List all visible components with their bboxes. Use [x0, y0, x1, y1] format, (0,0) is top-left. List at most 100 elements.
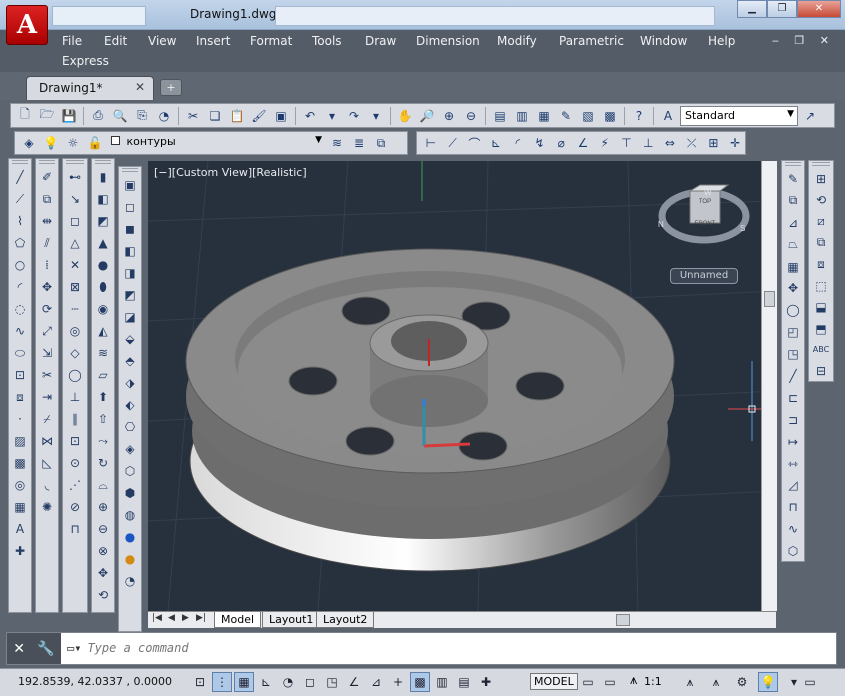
infocenter-search[interactable] [275, 6, 715, 26]
spline-icon[interactable]: ∿ [10, 321, 30, 341]
scroll-thumb[interactable] [764, 291, 775, 307]
camera-icon[interactable]: ⎔ [120, 417, 140, 437]
snap-temp-track-icon[interactable]: ⊷ [65, 167, 85, 187]
calculator-icon[interactable]: ▧ [578, 106, 598, 126]
join-icon[interactable]: ⋈ [37, 431, 57, 451]
edit-hatch-icon[interactable]: ⧉ [783, 191, 803, 211]
wrench-icon[interactable]: 🔧 [37, 641, 54, 657]
zoom-window-icon[interactable]: ⊕ [439, 106, 459, 126]
rotate-icon[interactable]: ⟳ [37, 299, 57, 319]
viewcube-front-label[interactable]: FRONT [695, 221, 716, 227]
stretch-icon[interactable]: ⇲ [37, 343, 57, 363]
horizontal-scrollbar[interactable] [556, 614, 756, 626]
quick-view-drawings-icon[interactable]: ▭ [600, 672, 620, 692]
undo-icon[interactable]: ↶ [300, 106, 320, 126]
hidden-icon[interactable]: ⬢ [120, 483, 140, 503]
object-snap-icon[interactable]: ◻ [300, 672, 320, 692]
bottom-view-icon[interactable]: ◼ [120, 219, 140, 239]
tab-drawing1[interactable]: Drawing1* ✕ [26, 76, 154, 100]
plot-preview-icon[interactable]: 🔍 [110, 106, 130, 126]
tab-layout1[interactable]: Layout1 [262, 612, 321, 628]
annotation-visibility-icon[interactable]: ⩚ [680, 672, 700, 692]
sphere-icon[interactable]: ● [93, 255, 113, 275]
intersect-solid-icon[interactable]: ⧄ [811, 212, 831, 231]
grid-display-icon[interactable]: ▦ [234, 672, 254, 692]
back-view-icon[interactable]: ◪ [120, 307, 140, 327]
command-input[interactable]: ▭▾ Type a command [67, 641, 189, 655]
3d-osnap-icon[interactable]: ◳ [322, 672, 342, 692]
named-views-icon[interactable]: ▣ [120, 175, 140, 195]
material-icon[interactable]: ● [120, 549, 140, 569]
dim-space-icon[interactable]: ⇔ [660, 133, 680, 153]
add-selected-icon[interactable]: ✚ [10, 541, 30, 561]
snap-none-icon[interactable]: ⊘ [65, 497, 85, 517]
snap-from-icon[interactable]: ↘ [65, 189, 85, 209]
torus-icon[interactable]: ◉ [93, 299, 113, 319]
model-space-button[interactable]: MODEL [530, 673, 578, 690]
annotation-scale-icon[interactable]: ⩚ [630, 673, 637, 688]
compass-north[interactable]: N [658, 220, 664, 229]
edit-region-icon[interactable]: ◿ [783, 475, 803, 495]
front-view-icon[interactable]: ◩ [120, 285, 140, 305]
copy-icon[interactable]: ❏ [205, 106, 225, 126]
revcloud-icon[interactable]: ◌ [10, 299, 30, 319]
open-icon[interactable]: 🗁 [37, 106, 57, 126]
tolerance-icon[interactable]: ⊞ [704, 133, 724, 153]
lineweight-icon[interactable]: ▩ [410, 672, 430, 692]
block-editor-icon[interactable]: ▣ [271, 106, 291, 126]
edit-text-icon[interactable]: ◳ [783, 344, 803, 364]
sheet-set-icon[interactable]: ▥ [512, 106, 532, 126]
snap-node-icon[interactable]: ⊙ [65, 453, 85, 473]
move-faces-icon[interactable]: ⧈ [811, 255, 831, 274]
render-icon[interactable]: ◔ [120, 571, 140, 591]
region-icon[interactable]: ◎ [10, 475, 30, 495]
visual-style-icon[interactable]: ◈ [120, 439, 140, 459]
edit-dim-icon[interactable]: ╱ [783, 366, 803, 386]
compass-west[interactable]: W [704, 188, 712, 197]
properties-icon[interactable]: ▤ [490, 106, 510, 126]
sweep-icon[interactable]: ⤳ [93, 431, 113, 451]
dim-ordinate-icon[interactable]: ⊾ [486, 133, 506, 153]
sun-icon[interactable]: ☼ [63, 133, 83, 153]
union-solid-icon[interactable]: ⊞ [811, 169, 831, 188]
new-icon[interactable]: 🗋 [15, 106, 35, 126]
scroll-thumb[interactable] [616, 614, 630, 626]
extend-icon[interactable]: ⇥ [37, 387, 57, 407]
edit-mtext-icon[interactable]: ⊏ [783, 388, 803, 408]
menu-file[interactable]: File [62, 34, 82, 48]
snap-extension-icon[interactable]: ┄ [65, 299, 85, 319]
edit-solid-icon[interactable]: ⊓ [783, 497, 803, 517]
table-icon[interactable]: ▦ [10, 497, 30, 517]
zoom-previous-icon[interactable]: ⊖ [461, 106, 481, 126]
chamfer-icon[interactable]: ◺ [37, 453, 57, 473]
pyramid-icon[interactable]: ◭ [93, 321, 113, 341]
menu-modify[interactable]: Modify [497, 34, 537, 48]
point-icon[interactable]: · [10, 409, 30, 429]
snap-intersection-icon[interactable]: ✕ [65, 255, 85, 275]
hatch-icon[interactable]: ▨ [10, 431, 30, 451]
compass-south[interactable]: S [740, 224, 745, 233]
ucs-dropdown[interactable]: Unnamed [670, 268, 738, 284]
make-current-layer-icon[interactable]: ≋ [327, 133, 347, 153]
dynamic-input-icon[interactable]: + [388, 672, 408, 692]
dim-style-icon[interactable]: ↗ [800, 106, 820, 126]
layer-previous-icon[interactable]: ≣ [349, 133, 369, 153]
toolbar-grip[interactable] [95, 160, 111, 164]
annotation-scale-value[interactable]: 1:1 [644, 675, 662, 688]
union-icon[interactable]: ⊕ [93, 497, 113, 517]
minimize-button[interactable]: ▁ [737, 0, 767, 18]
conceptual-icon[interactable]: ◍ [120, 505, 140, 525]
break-icon[interactable]: ⌿ [37, 409, 57, 429]
close-button[interactable]: ✕ [797, 0, 841, 18]
menu-parametric[interactable]: Parametric [559, 34, 624, 48]
subtract-icon[interactable]: ⊖ [93, 519, 113, 539]
zoom-realtime-icon[interactable]: 🔎 [417, 106, 437, 126]
polyline-icon[interactable]: ⌇ [10, 211, 30, 231]
save-icon[interactable]: 💾 [59, 106, 79, 126]
menu-insert[interactable]: Insert [196, 34, 230, 48]
quick-properties-icon[interactable]: ▤ [454, 672, 474, 692]
scale-icon[interactable]: ⤢ [37, 321, 57, 341]
3d-rotate-icon[interactable]: ⟲ [93, 585, 113, 605]
dim-continue-icon[interactable]: ⊥ [638, 133, 658, 153]
toolbar-grip[interactable] [785, 162, 801, 166]
